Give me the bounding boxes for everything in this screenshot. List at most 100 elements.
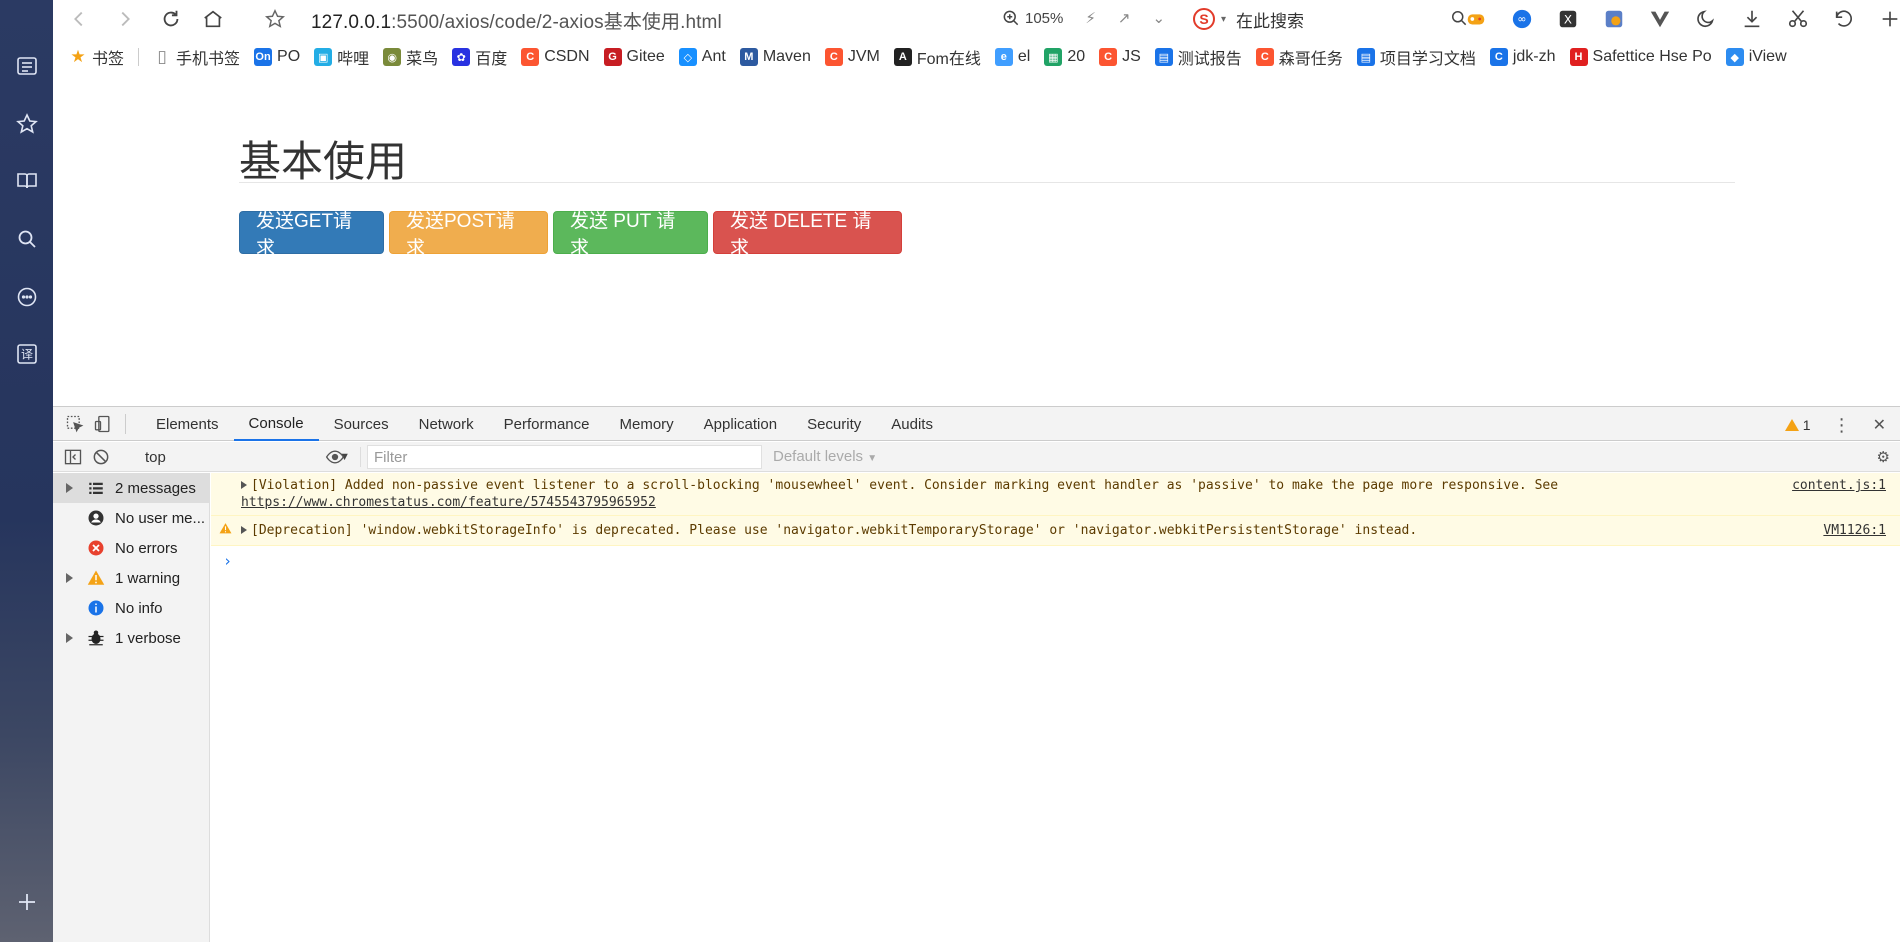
bookmark-item[interactable]: ◉ 菜鸟 (383, 45, 438, 69)
bookmark-label: Maven (762, 48, 811, 65)
bookmark-item[interactable]: ▯ 手机书签 (153, 45, 240, 69)
infinity-icon[interactable]: ∞ (1509, 6, 1535, 32)
lightning-icon[interactable]: ⚡ (1085, 9, 1096, 27)
send-post-button[interactable]: 发送POST请求 (389, 211, 548, 259)
console-message-deprecation[interactable]: [Deprecation] 'window.webkitStorageInfo'… (211, 516, 1900, 546)
close-devtools-icon[interactable]: ✕ (1873, 415, 1886, 435)
message-source[interactable]: VM1126:1 (1815, 522, 1886, 539)
message-link[interactable]: https://www.chromestatus.com/feature/574… (241, 495, 656, 510)
console-prompt[interactable]: › (211, 546, 1900, 576)
search-icon[interactable] (13, 225, 41, 253)
chat-icon[interactable] (13, 283, 41, 311)
bookmark-item[interactable]: On PO (254, 48, 300, 66)
bookmark-item[interactable]: ★ 书签 (69, 45, 124, 69)
zoom-indicator[interactable]: 105% ⚡ ↗ ⌄ (1001, 8, 1165, 28)
news-icon[interactable] (13, 52, 41, 80)
vue-devtools-icon[interactable] (1647, 6, 1673, 32)
download-icon[interactable] (1739, 6, 1765, 32)
bookmark-item[interactable]: C JVM (824, 48, 880, 66)
tab-network[interactable]: Network (404, 407, 489, 441)
filter-input[interactable]: Filter (367, 445, 762, 469)
bookmark-item[interactable]: ▦ 20 (1044, 48, 1085, 66)
expand-arrow-icon[interactable] (241, 526, 247, 534)
expand-arrow-icon[interactable] (241, 481, 247, 489)
share-icon[interactable]: ↗ (1118, 9, 1131, 27)
expand-arrow-icon[interactable] (66, 633, 73, 643)
game-controller-icon[interactable] (1463, 6, 1489, 32)
console-message-violation[interactable]: [Violation] Added non-passive event list… (211, 473, 1900, 516)
show-sidebar-icon[interactable] (61, 446, 85, 468)
bookmark-item[interactable]: ✿ 百度 (452, 45, 507, 69)
bookmark-item[interactable]: ▤ 项目学习文档 (1356, 45, 1476, 69)
tab-security[interactable]: Security (792, 407, 876, 441)
sidebar-item-user-messages[interactable]: No user me... (53, 503, 209, 533)
bookmark-item[interactable]: A Fom在线 (893, 45, 981, 69)
tab-application[interactable]: Application (689, 407, 792, 441)
reload-button[interactable] (157, 5, 185, 33)
bookmark-favicon-icon: ◉ (383, 48, 402, 66)
list-icon (87, 479, 105, 497)
tab-elements[interactable]: Elements (141, 407, 234, 441)
sidebar-item-errors[interactable]: No errors (53, 533, 209, 563)
tab-sources[interactable]: Sources (319, 407, 404, 441)
warning-counter[interactable]: 1 (1784, 417, 1811, 433)
bookmark-item[interactable]: G Gitee (603, 48, 665, 66)
add-icon[interactable] (13, 888, 41, 916)
bookmark-label: 书签 (92, 51, 125, 68)
devtools-menu-icon[interactable]: ⋮ (1833, 416, 1851, 434)
url-field[interactable]: 127.0.0.1:5500/axios/code/2-axios基本使用.ht… (311, 7, 722, 34)
translate-extension-icon[interactable] (1601, 6, 1627, 32)
bookmark-item[interactable]: ▣ 哔哩 (314, 45, 369, 69)
bookmark-label: 项目学习文档 (1379, 51, 1476, 68)
home-button[interactable] (199, 5, 227, 33)
send-put-button[interactable]: 发送 PUT 请求 (553, 211, 708, 259)
dark-mode-icon[interactable] (1693, 6, 1719, 32)
sidebar-item-info[interactable]: No info (53, 593, 209, 623)
inspect-element-icon[interactable] (63, 413, 87, 435)
console-settings-gear-icon[interactable]: ⚙ (1877, 448, 1890, 466)
x-extension-icon[interactable]: X (1555, 6, 1581, 32)
search-box[interactable]: S ▾ 在此搜索 (1193, 5, 1467, 33)
send-get-button[interactable]: 发送GET请求 (239, 211, 384, 259)
favorites-star-icon[interactable] (13, 110, 41, 138)
reading-book-icon[interactable] (13, 167, 41, 195)
bookmark-item[interactable]: H Safettice Hse Po (1569, 48, 1712, 66)
tab-performance[interactable]: Performance (489, 407, 605, 441)
tab-audits[interactable]: Audits (876, 407, 948, 441)
live-expression-eye-icon[interactable] (323, 446, 347, 468)
sidebar-item-verbose[interactable]: 1 verbose (53, 623, 209, 653)
bookmark-item[interactable]: M Maven (739, 48, 811, 66)
translate-icon[interactable]: 译 (13, 340, 41, 368)
sidebar-item-warnings[interactable]: 1 warning (53, 563, 209, 593)
bookmark-item[interactable]: Cjdk-zh (1489, 48, 1556, 66)
bookmark-item[interactable]: C JS (1099, 48, 1141, 66)
expand-arrow-icon[interactable] (66, 573, 73, 583)
expand-arrow-icon[interactable] (66, 483, 73, 493)
sogou-engine-icon[interactable]: S (1193, 8, 1215, 30)
tab-memory[interactable]: Memory (605, 407, 689, 441)
forward-button[interactable] (111, 5, 139, 33)
bookmark-item[interactable]: C 森哥任务 (1255, 45, 1343, 69)
search-placeholder: 在此搜索 (1236, 11, 1305, 31)
bookmark-item[interactable]: e el (994, 48, 1030, 66)
new-tab-plus-icon[interactable] (1877, 6, 1900, 32)
bookmark-star-icon[interactable] (261, 5, 289, 33)
bookmark-favicon-icon: ◇ (678, 48, 697, 66)
engine-dropdown-icon[interactable]: ▾ (1221, 14, 1226, 25)
bookmark-item[interactable]: ▤ 测试报告 (1154, 45, 1242, 69)
chevron-down-icon[interactable]: ⌄ (1153, 9, 1166, 27)
undo-icon[interactable] (1831, 6, 1857, 32)
message-source[interactable]: content.js:1 (1784, 477, 1886, 494)
log-levels-dropdown[interactable]: Default levels ▼ (773, 448, 877, 465)
sidebar-item-messages[interactable]: 2 messages (53, 473, 209, 503)
send-delete-button[interactable]: 发送 DELETE 请求 (713, 211, 902, 259)
bookmark-item[interactable]: ◇ Ant (678, 48, 726, 66)
bookmark-item[interactable]: C CSDN (521, 48, 590, 66)
tab-console[interactable]: Console (233, 407, 319, 441)
clear-console-icon[interactable] (89, 446, 113, 468)
bookmark-item[interactable]: ◆ iView (1725, 48, 1787, 66)
bookmark-favicon-icon: C (1099, 48, 1118, 66)
back-button[interactable] (65, 5, 93, 33)
device-toolbar-icon[interactable] (91, 413, 115, 435)
scissors-icon[interactable] (1785, 6, 1811, 32)
